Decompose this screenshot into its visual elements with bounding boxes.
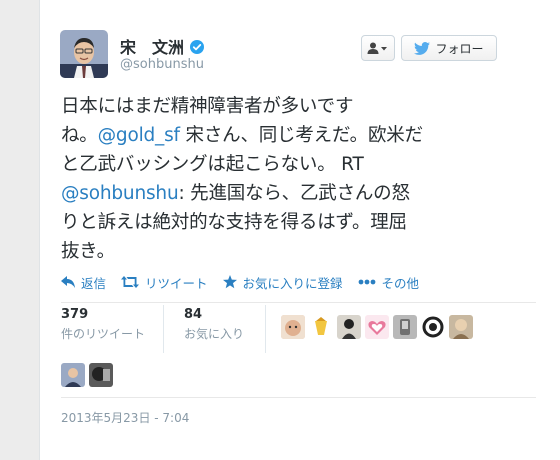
favoriter-avatar[interactable] (393, 315, 417, 339)
retweet-stat[interactable]: 379 件のリツイート (61, 307, 145, 342)
favoriter-avatar[interactable] (61, 363, 85, 387)
favoriter-avatar[interactable] (89, 363, 113, 387)
reply-icon (61, 276, 75, 288)
author-name[interactable]: 宋 文洲 (120, 34, 184, 58)
author-avatar[interactable] (60, 30, 108, 78)
more-action[interactable]: その他 (358, 273, 420, 292)
retweet-count: 379 (61, 307, 89, 322)
timestamp-divider (61, 397, 536, 398)
more-label: その他 (381, 275, 420, 291)
favorite-action[interactable]: お気に入りに登録 (222, 273, 343, 292)
follow-label: フォロー (435, 41, 484, 56)
favoriter-avatar[interactable] (281, 315, 305, 339)
more-dots-icon (358, 279, 375, 285)
favorite-count: 84 (184, 307, 203, 322)
star-icon (222, 275, 237, 289)
stats-separator (265, 305, 266, 353)
reply-label: 返信 (81, 275, 107, 291)
follow-button[interactable]: フォロー (401, 35, 497, 61)
favoriter-avatar[interactable] (337, 315, 361, 339)
stats-separator (163, 305, 164, 353)
tweet-text: 日本にはまだ精神障害者が多いです ね。@gold_sf 宋さん、同じ考えだ。欧米… (61, 92, 531, 266)
favoriter-avatar[interactable] (421, 315, 445, 339)
favoriter-avatar[interactable] (365, 315, 389, 339)
author-handle[interactable]: @sohbunshu (120, 57, 204, 72)
retweet-icon (121, 276, 140, 288)
mention-link-sohbunshu[interactable]: @sohbunshu (61, 183, 179, 204)
twitter-bird-icon (414, 41, 431, 55)
favorite-label: お気に入りに登録 (242, 275, 343, 291)
author-name-row[interactable]: 宋 文洲 (120, 34, 205, 58)
tweet-actions: 返信 リツイート お気に入りに登録 その他 (61, 272, 434, 292)
mention-link-gold-sf[interactable]: @gold_sf (98, 125, 180, 146)
tweet-card: 宋 文洲 @sohbunshu フォロー 日本にはまだ精神障害者が多いです ね。… (39, 0, 560, 460)
user-actions-button[interactable] (361, 35, 395, 61)
retweet-label: リツイート (145, 275, 208, 291)
reply-action[interactable]: 返信 (61, 273, 106, 292)
favorite-stat[interactable]: 84 お気に入り (184, 307, 244, 342)
retweet-action[interactable]: リツイート (121, 273, 208, 292)
verified-badge-icon (190, 39, 205, 54)
user-dropdown-icon (367, 42, 387, 54)
stats-top-divider (61, 302, 536, 303)
tweet-timestamp[interactable]: 2013年5月23日 - 7:04 (61, 409, 189, 426)
favorite-count-label: お気に入り (184, 327, 245, 341)
retweet-count-label: 件のリツイート (61, 327, 146, 341)
favoriter-avatar[interactable] (449, 315, 473, 339)
favoriter-avatar[interactable] (309, 315, 333, 339)
